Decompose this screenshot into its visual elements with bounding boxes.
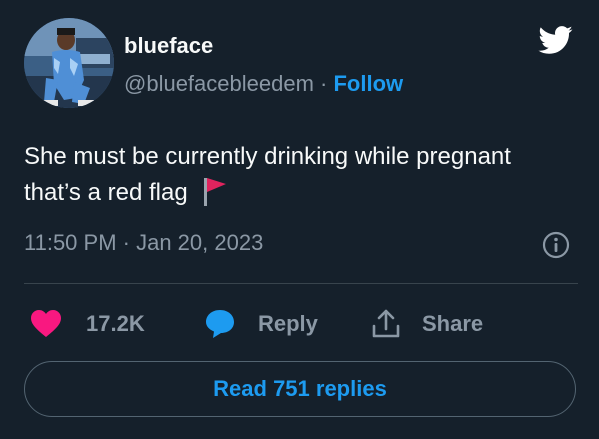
like-button[interactable]: 17.2K (30, 302, 145, 346)
author-name[interactable]: blueface (124, 33, 213, 59)
twitter-bird-icon[interactable] (533, 22, 577, 58)
tweet-text-block: She must be currently drinking while pre… (24, 139, 564, 211)
reply-button[interactable]: Reply (204, 302, 318, 346)
read-replies-button[interactable]: Read 751 replies (24, 361, 576, 417)
reply-label: Reply (258, 311, 318, 336)
avatar-image (24, 18, 114, 108)
follow-link[interactable]: Follow (333, 71, 403, 96)
tweet-text: She must be currently drinking while pre… (24, 143, 511, 206)
share-label: Share (422, 311, 484, 336)
author-handle-row: @bluefacebleedem · Follow (124, 71, 403, 97)
avatar[interactable] (24, 18, 114, 108)
share-icon (372, 309, 400, 338)
action-bar: 17.2K Reply Share (24, 302, 578, 346)
tweet-card: blueface @bluefacebleedem · Follow She m… (0, 0, 599, 439)
reply-bubble-icon (206, 310, 234, 338)
info-icon[interactable] (541, 230, 571, 260)
red-flag-icon (203, 178, 226, 206)
read-replies-label: Read 751 replies (213, 376, 387, 401)
like-count: 17.2K (86, 311, 145, 336)
separator-dot: · (320, 71, 328, 96)
share-button[interactable]: Share (370, 302, 483, 346)
tweet-timestamp[interactable]: 11:50 PM · Jan 20, 2023 (24, 230, 263, 256)
author-handle[interactable]: @bluefacebleedem (124, 71, 314, 96)
divider (24, 283, 578, 284)
heart-icon (31, 310, 61, 337)
